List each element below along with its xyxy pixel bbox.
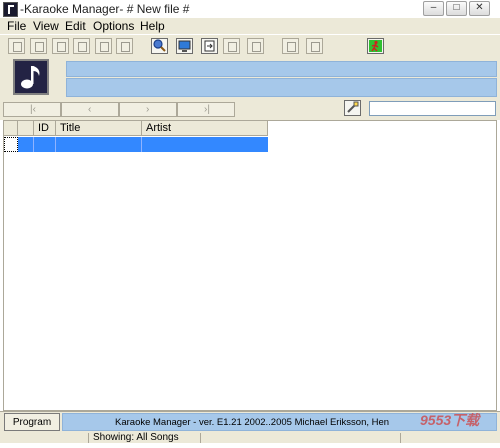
column-artist[interactable]: Artist — [142, 121, 268, 136]
first-icon: |‹ — [30, 104, 36, 115]
next-icon: › — [146, 104, 150, 115]
tool1-icon[interactable] — [8, 38, 25, 54]
import-icon[interactable] — [201, 38, 218, 54]
song-list[interactable]: ID Title Artist — [3, 120, 497, 411]
tool4-icon[interactable] — [73, 38, 90, 54]
last-icon: ›| — [204, 104, 210, 115]
column-spacer — [18, 121, 34, 136]
tool11-icon[interactable] — [247, 38, 264, 54]
watermark-logo: 9553下载 — [420, 412, 480, 428]
window-title: -Karaoke Manager- # New file # — [20, 2, 190, 16]
first-button[interactable]: |‹ — [3, 102, 61, 117]
column-id[interactable]: ID — [34, 121, 56, 136]
filter-icon[interactable] — [344, 100, 361, 116]
refresh-icon[interactable] — [282, 38, 299, 54]
search-icon[interactable] — [151, 38, 168, 54]
tool13-icon[interactable] — [306, 38, 323, 54]
table-cell — [34, 137, 56, 152]
menu-options[interactable]: Options — [93, 19, 134, 33]
tool2-icon[interactable] — [30, 38, 47, 54]
toolbar — [0, 34, 500, 60]
status-separator — [200, 433, 201, 443]
table-row[interactable] — [18, 137, 268, 152]
status-bar: Showing: All Songs — [0, 432, 500, 443]
close-button[interactable]: ✕ — [469, 1, 490, 16]
app-icon — [3, 2, 18, 17]
table-cell — [56, 137, 142, 152]
prev-icon: ‹ — [88, 104, 92, 115]
minimize-button[interactable]: – — [423, 1, 444, 16]
edit-icon[interactable] — [223, 38, 240, 54]
tool3-icon[interactable] — [52, 38, 69, 54]
row-selector[interactable] — [4, 137, 18, 152]
next-button[interactable]: › — [119, 102, 177, 117]
menu-bar: File View Edit Options Help — [0, 18, 500, 34]
tool6-icon[interactable] — [116, 38, 133, 54]
menu-edit[interactable]: Edit — [65, 19, 86, 33]
song-info-panel — [66, 78, 497, 97]
prev-button[interactable]: ‹ — [61, 102, 119, 117]
menu-view[interactable]: View — [33, 19, 59, 33]
table-cell — [142, 137, 268, 152]
menu-file[interactable]: File — [7, 19, 26, 33]
song-info-line — [66, 61, 497, 77]
last-button[interactable]: ›| — [177, 102, 235, 117]
search-input[interactable] — [369, 101, 496, 116]
column-title[interactable]: Title — [56, 121, 142, 136]
status-showing: Showing: All Songs — [93, 432, 179, 443]
status-separator — [400, 433, 401, 443]
maximize-button[interactable]: □ — [446, 1, 467, 16]
menu-help[interactable]: Help — [140, 19, 165, 33]
music-note-icon — [13, 59, 49, 95]
status-separator — [88, 433, 89, 443]
monitor-icon[interactable] — [176, 38, 193, 54]
row-header-corner — [4, 121, 18, 136]
table-cell — [18, 137, 34, 152]
title-bar: -Karaoke Manager- # New file # – □ ✕ — [0, 0, 500, 19]
tool5-icon[interactable] — [95, 38, 112, 54]
runner-icon[interactable] — [367, 38, 384, 54]
program-info-button[interactable]: Program Info — [4, 413, 60, 445]
